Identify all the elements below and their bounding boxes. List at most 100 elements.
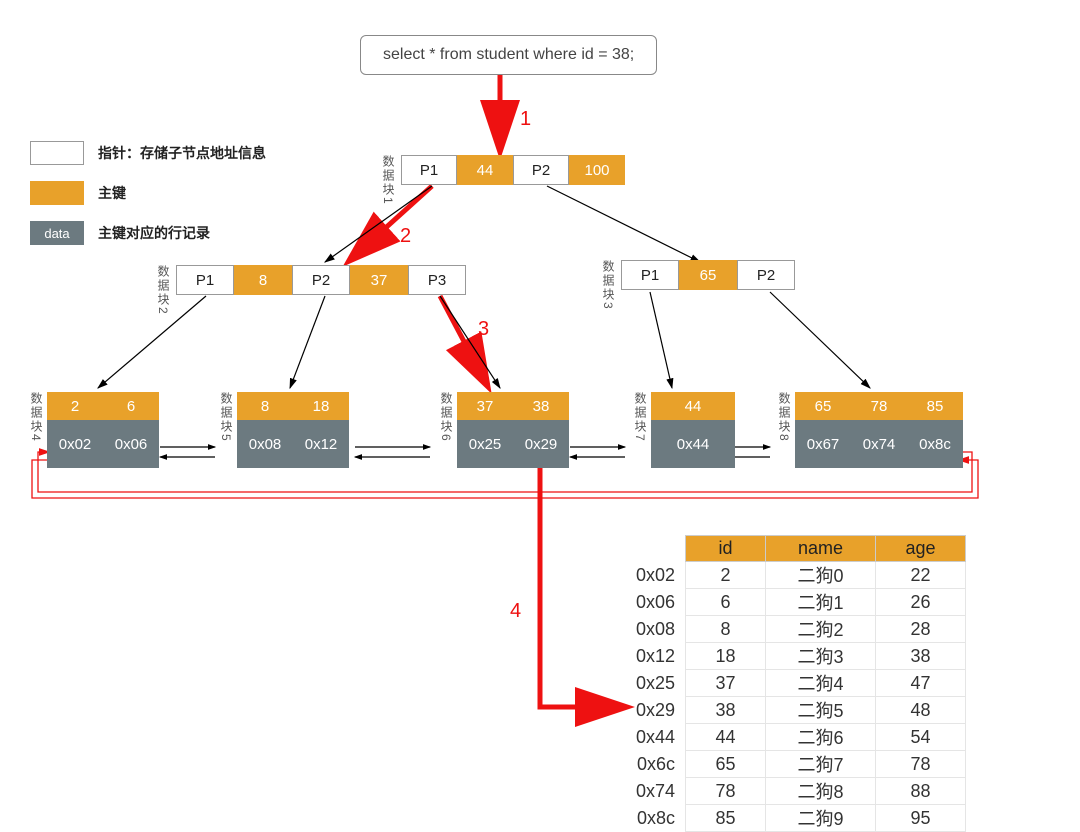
cell-addr: 0x44 [632, 724, 686, 751]
cell-addr: 0x12 [632, 643, 686, 670]
cell-addr: 0x08 [632, 616, 686, 643]
key-cell: 8 [234, 265, 292, 295]
step-3-label: 3 [478, 318, 489, 341]
cell-age: 26 [876, 589, 966, 616]
table-row: 0x1218二狗338 [632, 643, 966, 670]
cell-id: 18 [686, 643, 766, 670]
col-name: name [766, 536, 876, 562]
cell-name: 二狗7 [766, 751, 876, 778]
key-cell: 44 [457, 155, 513, 185]
cell-addr: 0x6c [632, 751, 686, 778]
cell-name: 二狗6 [766, 724, 876, 751]
leaf-data-cell: 0x02 [47, 420, 103, 468]
cell-age: 38 [876, 643, 966, 670]
leaf-data-cell: 0x06 [103, 420, 159, 468]
table-row: 0x066二狗126 [632, 589, 966, 616]
cell-addr: 0x25 [632, 670, 686, 697]
table-body: 0x022二狗0220x066二狗1260x088二狗2280x1218二狗33… [632, 562, 966, 832]
leaf-block-label: 数据块7 [632, 392, 649, 443]
leaf-data-cell: 0x12 [293, 420, 349, 468]
cell-name: 二狗1 [766, 589, 876, 616]
legend: 指针：存储子节点地址信息 主键 data 主键对应的行记录 [30, 138, 266, 248]
pointer-cell: P3 [408, 265, 466, 295]
key-cell: 100 [569, 155, 625, 185]
pointer-cell: P2 [513, 155, 569, 185]
leaf-block-label: 数据块6 [438, 392, 455, 443]
leaf-node: 数据块86578850x670x740x8c [776, 392, 1011, 468]
leaf-block-label: 数据块5 [218, 392, 235, 443]
leaf-cells: 6578850x670x740x8c [795, 392, 963, 468]
step-1-label: 1 [520, 108, 531, 131]
cell-age: 22 [876, 562, 966, 589]
cell-id: 6 [686, 589, 766, 616]
legend-label-pointer: 指针：存储子节点地址信息 [98, 143, 266, 163]
table-row: 0x6c65二狗778 [632, 751, 966, 778]
table-row: 0x2938二狗548 [632, 697, 966, 724]
table-row: 0x022二狗022 [632, 562, 966, 589]
cell-addr: 0x8c [632, 805, 686, 832]
table-row: 0x7478二狗888 [632, 778, 966, 805]
col-age: age [876, 536, 966, 562]
leaf-key-cell: 6 [103, 392, 159, 420]
cell-age: 48 [876, 697, 966, 724]
cell-age: 88 [876, 778, 966, 805]
cell-id: 37 [686, 670, 766, 697]
leaf-key-cell: 65 [795, 392, 851, 420]
table-row: 0x8c85二狗995 [632, 805, 966, 832]
legend-label-key: 主键 [98, 183, 126, 203]
leaf-cells: 8180x080x12 [237, 392, 349, 468]
cell-name: 二狗8 [766, 778, 876, 805]
pointer-cell: P2 [737, 260, 795, 290]
mid-left-node: 数据块2 P18P237P3 [155, 265, 514, 316]
root-cells: P144P2100 [401, 155, 625, 185]
leaf-data-cell: 0x67 [795, 420, 851, 468]
cell-addr: 0x74 [632, 778, 686, 805]
leaf-key-cell: 85 [907, 392, 963, 420]
cell-name: 二狗4 [766, 670, 876, 697]
cell-name: 二狗9 [766, 805, 876, 832]
legend-swatch-pointer [30, 141, 84, 165]
leaf-data-cell: 0x74 [851, 420, 907, 468]
leaf-node: 数据块4260x020x06 [28, 392, 207, 468]
col-id: id [686, 536, 766, 562]
leaf-data-cell: 0x08 [237, 420, 293, 468]
legend-label-data: 主键对应的行记录 [98, 223, 210, 243]
leaf-key-cell: 2 [47, 392, 103, 420]
legend-swatch-key [30, 181, 84, 205]
leaf-cells: 37380x250x29 [457, 392, 569, 468]
leaf-data-cell: 0x25 [457, 420, 513, 468]
leaf-key-cell: 38 [513, 392, 569, 420]
leaf-data-cell: 0x29 [513, 420, 569, 468]
cell-addr: 0x02 [632, 562, 686, 589]
pointer-cell: P2 [292, 265, 350, 295]
mid-left-block-label: 数据块2 [155, 265, 172, 316]
leaf-cells: 440x44 [651, 392, 735, 468]
mid-right-node: 数据块3 P165P2 [600, 260, 843, 311]
table-row: 0x088二狗228 [632, 616, 966, 643]
step-4-label: 4 [510, 600, 521, 623]
cell-name: 二狗2 [766, 616, 876, 643]
root-node: 数据块1 P144P2100 [380, 155, 673, 206]
sql-query-box: select * from student where id = 38; [360, 35, 657, 75]
cell-id: 8 [686, 616, 766, 643]
step-2-label: 2 [400, 225, 411, 248]
leaf-key-cell: 44 [651, 392, 735, 420]
cell-name: 二狗3 [766, 643, 876, 670]
cell-age: 78 [876, 751, 966, 778]
sql-query-text: select * from student where id = 38; [383, 46, 634, 63]
root-block-label: 数据块1 [380, 155, 397, 206]
leaf-key-cell: 37 [457, 392, 513, 420]
leaf-block-label: 数据块8 [776, 392, 793, 443]
mid-right-cells: P165P2 [621, 260, 795, 290]
leaf-block-label: 数据块4 [28, 392, 45, 443]
leaf-data-cell: 0x44 [651, 420, 735, 468]
key-cell: 65 [679, 260, 737, 290]
cell-name: 二狗0 [766, 562, 876, 589]
cell-age: 54 [876, 724, 966, 751]
pointer-cell: P1 [621, 260, 679, 290]
leaf-key-cell: 8 [237, 392, 293, 420]
cell-age: 28 [876, 616, 966, 643]
legend-row-pointer: 指针：存储子节点地址信息 [30, 138, 266, 168]
leaf-node: 数据块58180x080x12 [218, 392, 397, 468]
cell-addr: 0x06 [632, 589, 686, 616]
